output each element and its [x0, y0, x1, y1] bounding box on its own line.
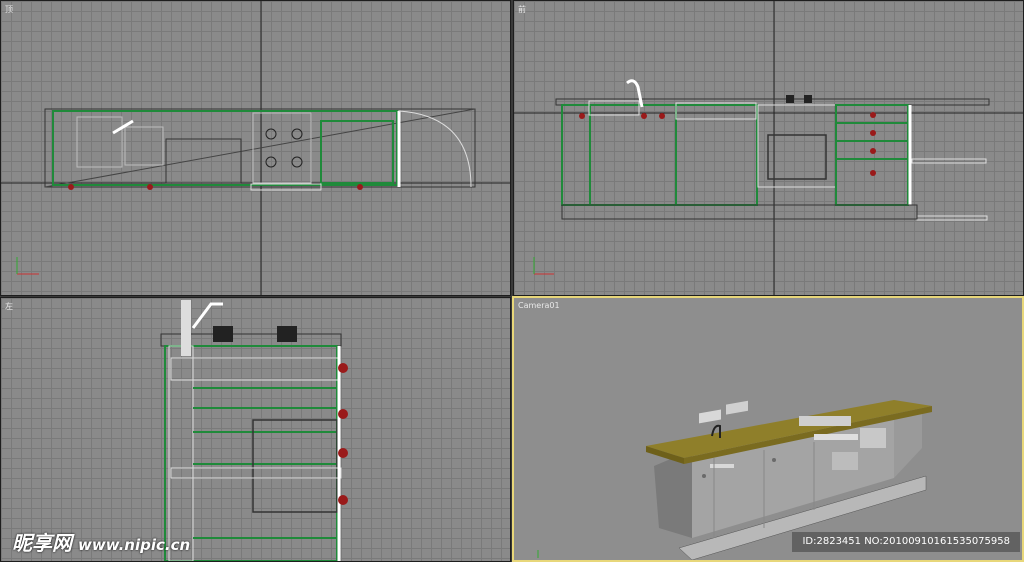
- front-view-wireframe: [514, 1, 1023, 295]
- viewport-left[interactable]: 左: [0, 297, 511, 562]
- watermark-brand: 昵享网: [12, 531, 72, 555]
- viewport-camera[interactable]: Camera01: [512, 296, 1024, 562]
- left-view-wireframe: [160, 300, 348, 561]
- image-id-bar: ID:2823451 NO:20100910161535075958: [792, 532, 1020, 552]
- watermark-url: www.nipic.cn: [78, 536, 191, 554]
- viewport-front[interactable]: 前: [513, 0, 1024, 296]
- top-view-wireframe: [1, 1, 510, 295]
- viewport-top[interactable]: 顶: [0, 0, 511, 296]
- camera-render: [537, 400, 932, 560]
- watermark-logo: 昵享网 www.nipic.cn: [12, 527, 190, 556]
